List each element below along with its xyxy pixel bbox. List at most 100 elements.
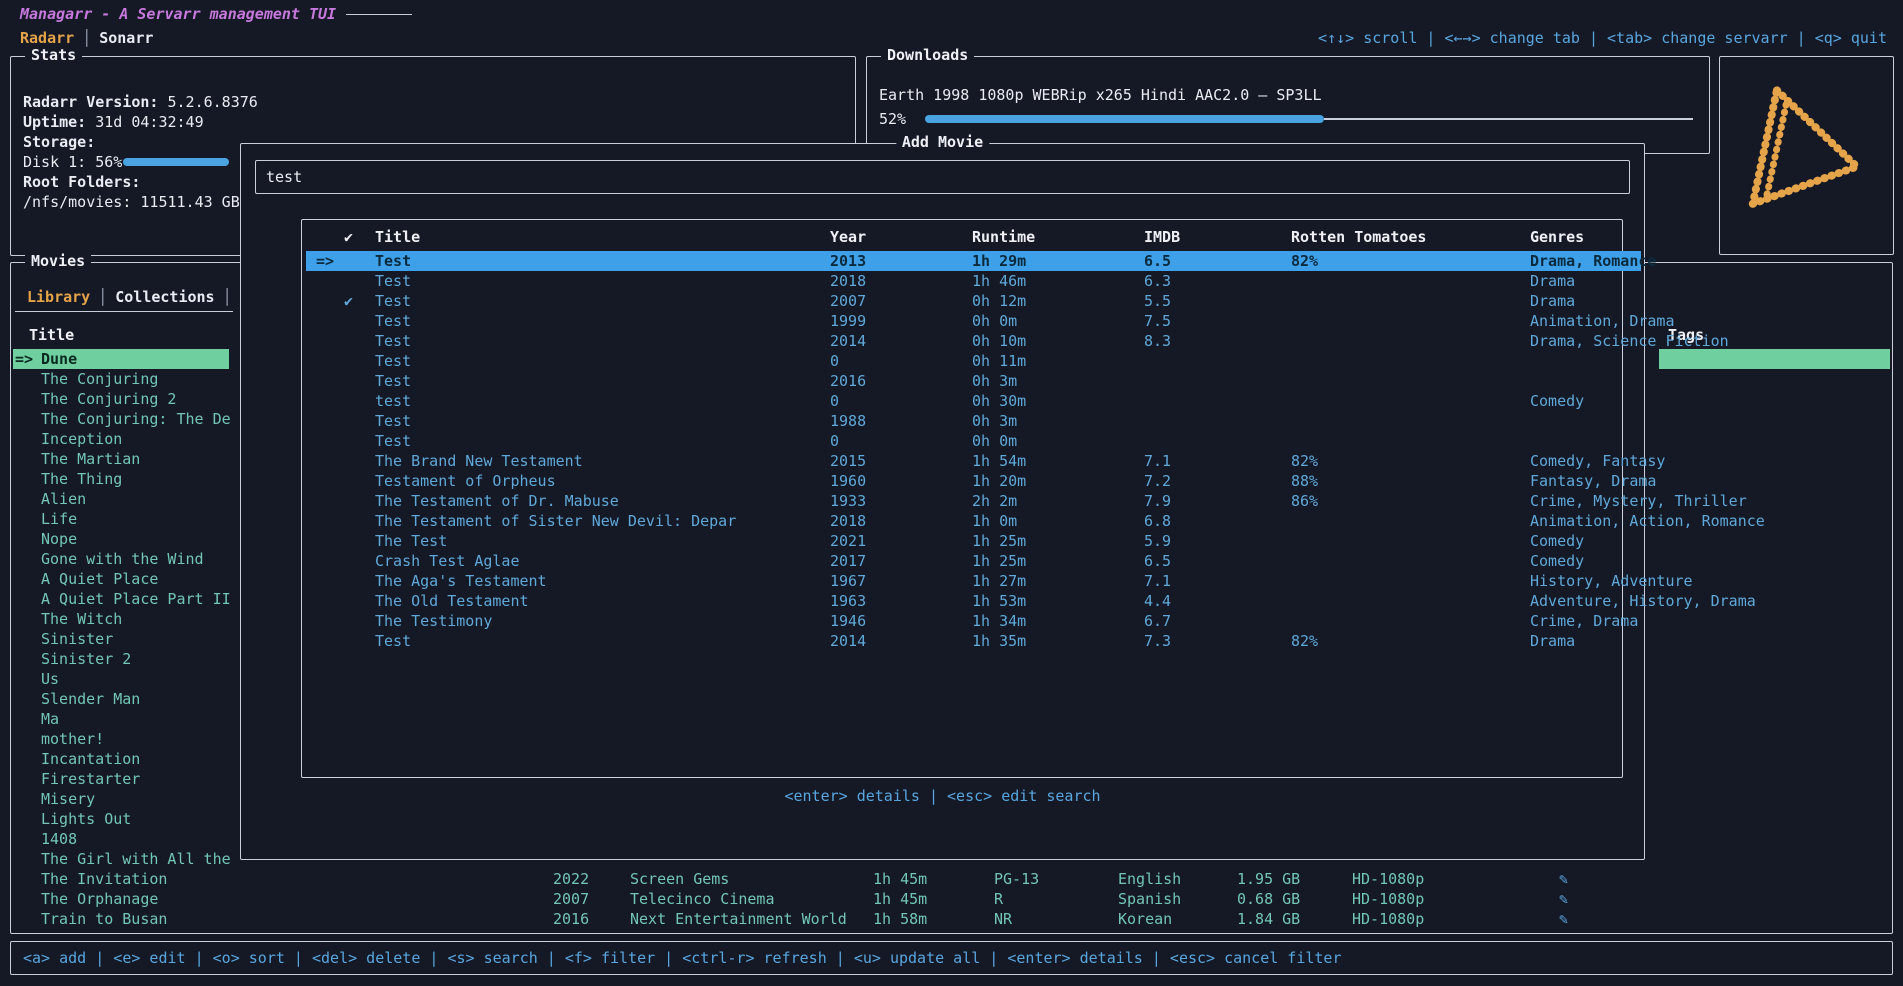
result-imdb: 6.3 — [1144, 271, 1171, 291]
result-row[interactable]: =>Test20131h 29m6.582%Drama, Romance — [306, 251, 1641, 271]
movie-runtime: 1h 45m — [873, 869, 927, 889]
monitored-icon: ✎ — [1559, 909, 1568, 929]
tab-library[interactable]: Library — [27, 288, 90, 306]
result-row[interactable]: Test19880h 3m — [306, 411, 1641, 431]
result-title: Test — [375, 271, 411, 291]
monitored-icon: ✎ — [1559, 869, 1568, 889]
movie-title: The Orphanage — [41, 889, 158, 909]
library-row[interactable]: The Invitation2022Screen Gems1h 45mPG-13… — [13, 869, 1890, 889]
servarr-tabs: Radarr│Sonarr — [20, 28, 153, 48]
column-year: Year — [830, 227, 866, 247]
result-genres: Animation, Action, Romance — [1530, 511, 1765, 531]
result-runtime: 0h 0m — [972, 431, 1017, 451]
movie-search-input[interactable] — [255, 160, 1630, 194]
result-imdb: 7.9 — [1144, 491, 1171, 511]
result-runtime: 0h 0m — [972, 311, 1017, 331]
app-title: Managarr - A Servarr management TUI — [20, 5, 336, 23]
result-rotten-tomatoes: 86% — [1291, 491, 1318, 511]
movie-year: 2022 — [553, 869, 589, 889]
result-title: Testament of Orpheus — [375, 471, 556, 491]
result-year: 2007 — [830, 291, 866, 311]
result-title: Test — [375, 331, 411, 351]
result-title: Test — [375, 631, 411, 651]
movie-title: Firestarter — [41, 769, 140, 789]
tab-sonarr[interactable]: Sonarr — [99, 29, 153, 47]
result-runtime: 0h 12m — [972, 291, 1026, 311]
result-title: Crash Test Aglae — [375, 551, 520, 571]
tab-collections[interactable]: Collections — [115, 288, 214, 306]
result-row[interactable]: Test20140h 10m8.3Drama, Science Fiction — [306, 331, 1641, 351]
result-row[interactable]: Crash Test Aglae20171h 25m6.5Comedy — [306, 551, 1641, 571]
result-row[interactable]: Test20160h 3m — [306, 371, 1641, 391]
result-row[interactable]: Test00h 11m — [306, 351, 1641, 371]
result-genres: Drama — [1530, 631, 1575, 651]
library-row[interactable]: Train to Busan2016Next Entertainment Wor… — [13, 909, 1890, 929]
column-runtime: Runtime — [972, 227, 1035, 247]
title-bar: Managarr - A Servarr management TUI — [20, 4, 412, 24]
result-row[interactable]: Test20181h 46m6.3Drama — [306, 271, 1641, 291]
movie-studio: Telecinco Cinema — [630, 889, 775, 909]
movie-title: Inception — [41, 429, 122, 449]
result-row[interactable]: The Test20211h 25m5.9Comedy — [306, 531, 1641, 551]
result-row[interactable]: ✔Test20070h 12m5.5Drama — [306, 291, 1641, 311]
result-row[interactable]: Testament of Orpheus19601h 20m7.288%Fant… — [306, 471, 1641, 491]
uptime-value: 31d 04:32:49 — [95, 113, 203, 131]
result-row[interactable]: The Testimony19461h 34m6.7Crime, Drama — [306, 611, 1641, 631]
add-movie-keybind-hints: <enter> details | <esc> edit search — [784, 786, 1100, 806]
column-imdb: IMDB — [1144, 227, 1180, 247]
progress-fill — [925, 115, 1324, 123]
result-runtime: 0h 11m — [972, 351, 1026, 371]
column-rotten-tomatoes: Rotten Tomatoes — [1291, 227, 1426, 247]
result-row[interactable]: Test00h 0m — [306, 431, 1641, 451]
column-title: Title — [375, 227, 420, 247]
stats-version: Radarr Version: 5.2.6.8376 — [23, 92, 258, 112]
result-runtime: 1h 0m — [972, 511, 1017, 531]
result-title: test — [375, 391, 411, 411]
result-runtime: 1h 29m — [972, 251, 1026, 271]
result-genres: Drama, Romance — [1530, 251, 1656, 271]
tab-radarr[interactable]: Radarr — [20, 29, 74, 47]
result-row[interactable]: The Old Testament19631h 53m4.4Adventure,… — [306, 591, 1641, 611]
version-label: Radarr Version: — [23, 93, 158, 111]
result-genres: Drama — [1530, 271, 1575, 291]
movie-title: Train to Busan — [41, 909, 167, 929]
selection-marker: => — [15, 349, 33, 369]
movie-title: mother! — [41, 729, 104, 749]
root-folder-path: /nfs/movies: 11511.43 GB — [23, 192, 240, 212]
uptime-label: Uptime: — [23, 113, 86, 131]
result-title: The Test — [375, 531, 447, 551]
result-row[interactable]: The Testament of Dr. Mabuse19332h 2m7.98… — [306, 491, 1641, 511]
movie-title: The Conjuring — [41, 369, 158, 389]
result-imdb: 6.5 — [1144, 251, 1171, 271]
result-title: Test — [375, 251, 411, 271]
result-row[interactable]: Test19990h 0m7.5Animation, Drama — [306, 311, 1641, 331]
movie-title: Alien — [41, 489, 86, 509]
movie-runtime: 1h 45m — [873, 889, 927, 909]
movie-size: 1.84 GB — [1237, 909, 1300, 929]
result-rotten-tomatoes: 82% — [1291, 251, 1318, 271]
result-row[interactable]: The Testament of Sister New Devil: Depar… — [306, 511, 1641, 531]
movie-studio: Next Entertainment World — [630, 909, 847, 929]
result-row[interactable]: The Brand New Testament20151h 54m7.182%C… — [306, 451, 1641, 471]
result-year: 0 — [830, 431, 839, 451]
library-row[interactable]: The Orphanage2007Telecinco Cinema1h 45mR… — [13, 889, 1890, 909]
result-row[interactable]: test00h 30mComedy — [306, 391, 1641, 411]
result-title: The Aga's Testament — [375, 571, 547, 591]
result-row[interactable]: The Aga's Testament19671h 27m7.1History,… — [306, 571, 1641, 591]
movie-title: Nope — [41, 529, 77, 549]
result-imdb: 4.4 — [1144, 591, 1171, 611]
logo-panel — [1719, 56, 1894, 255]
column-genres: Genres — [1530, 227, 1584, 247]
movie-title: The Conjuring: The De — [41, 409, 231, 429]
result-rotten-tomatoes: 82% — [1291, 631, 1318, 651]
movie-rating: NR — [994, 909, 1012, 929]
movie-title: A Quiet Place — [41, 569, 158, 589]
result-title: Test — [375, 371, 411, 391]
result-title: Test — [375, 351, 411, 371]
add-movie-rows: =>Test20131h 29m6.582%Drama, RomanceTest… — [306, 251, 1641, 656]
movie-title: A Quiet Place Part II — [41, 589, 231, 609]
movie-rating: R — [994, 889, 1003, 909]
movie-language: English — [1118, 869, 1181, 889]
result-row[interactable]: Test20141h 35m7.382%Drama — [306, 631, 1641, 651]
result-year: 2013 — [830, 251, 866, 271]
